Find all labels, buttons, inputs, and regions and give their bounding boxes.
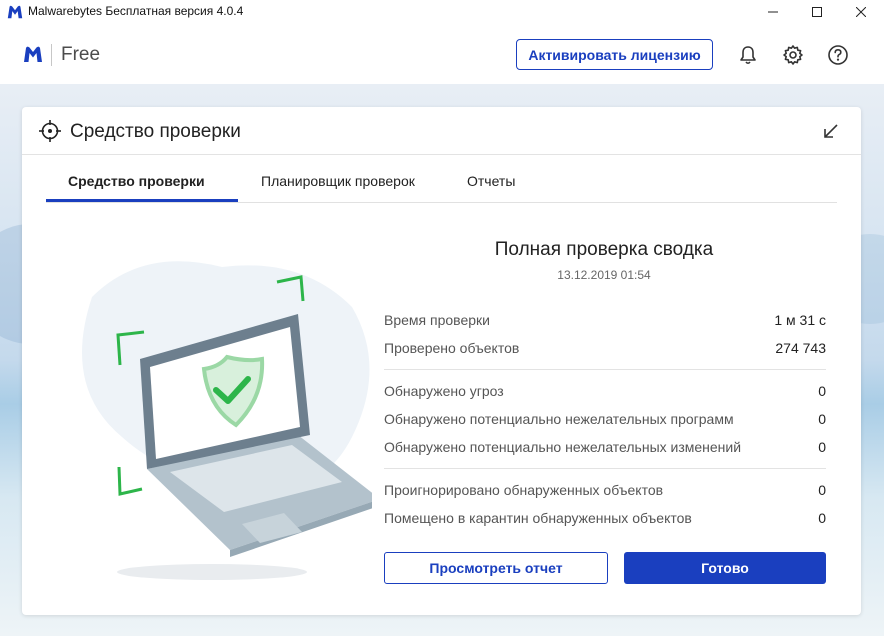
help-icon[interactable] [827, 44, 849, 66]
tab-scheduler[interactable]: Планировщик проверок [261, 173, 415, 189]
card-title: Средство проверки [70, 121, 241, 142]
row-value: 0 [818, 439, 826, 455]
malwarebytes-app-icon [7, 5, 23, 19]
row-value: 0 [818, 510, 826, 526]
app-header: Free Активировать лицензию [0, 24, 884, 84]
close-icon [856, 7, 866, 17]
summary-row: Помещено в карантин обнаруженных объекто… [384, 510, 826, 530]
scanner-tabs: Средство проверки Планировщик проверок О… [46, 155, 837, 203]
summary-row: Проигнорировано обнаруженных объектов 0 [384, 482, 826, 502]
summary-divider [384, 468, 826, 469]
gear-icon[interactable] [782, 44, 804, 66]
card-header: Средство проверки [22, 107, 861, 155]
row-label: Обнаружено потенциально нежелательных из… [384, 439, 742, 455]
row-value: 0 [818, 383, 826, 399]
active-tab-indicator [46, 199, 238, 202]
window-title: Malwarebytes Бесплатная версия 4.0.4 [28, 4, 244, 18]
row-value: 0 [818, 411, 826, 427]
scan-date: 13.12.2019 01:54 [557, 268, 651, 282]
tab-scanner[interactable]: Средство проверки [68, 173, 205, 189]
activate-license-button[interactable]: Активировать лицензию [516, 39, 713, 70]
view-report-button[interactable]: Просмотреть отчет [384, 552, 608, 584]
summary-row: Проверено объектов 274 743 [384, 340, 826, 360]
summary-row: Обнаружено потенциально нежелательных пр… [384, 411, 826, 431]
collapse-arrow-icon[interactable] [822, 122, 840, 140]
row-value: 0 [818, 482, 826, 498]
row-label: Проигнорировано обнаруженных объектов [384, 482, 664, 498]
minimize-button[interactable] [750, 0, 796, 24]
summary-row: Время проверки 1 м 31 с [384, 312, 826, 332]
row-label: Помещено в карантин обнаруженных объекто… [384, 510, 692, 526]
bell-icon[interactable] [737, 44, 759, 66]
row-value: 274 743 [775, 340, 826, 356]
protected-laptop-illustration [82, 261, 372, 580]
row-label: Обнаружено угроз [384, 383, 504, 399]
summary-row: Обнаружено потенциально нежелательных из… [384, 439, 826, 459]
row-label: Время проверки [384, 312, 490, 328]
row-label: Обнаружено потенциально нежелательных пр… [384, 411, 734, 427]
logo-separator [51, 44, 52, 66]
edition-label: Free [61, 44, 101, 65]
scanner-card: Средство проверки Средство проверки План… [22, 107, 861, 615]
maximize-button[interactable] [794, 0, 840, 24]
done-button[interactable]: Готово [624, 552, 826, 584]
row-label: Проверено объектов [384, 340, 520, 356]
row-value: 1 м 31 с [774, 312, 826, 328]
title-bar: Malwarebytes Бесплатная версия 4.0.4 [0, 0, 884, 24]
maximize-icon [812, 7, 822, 17]
malwarebytes-logo-icon [24, 46, 42, 62]
minimize-icon [768, 11, 778, 13]
crosshair-icon [39, 120, 61, 142]
close-button[interactable] [838, 0, 884, 24]
tab-reports[interactable]: Отчеты [467, 173, 515, 189]
scan-summary-title: Полная проверка сводка [494, 239, 714, 260]
summary-divider [384, 369, 826, 370]
summary-row: Обнаружено угроз 0 [384, 383, 826, 403]
